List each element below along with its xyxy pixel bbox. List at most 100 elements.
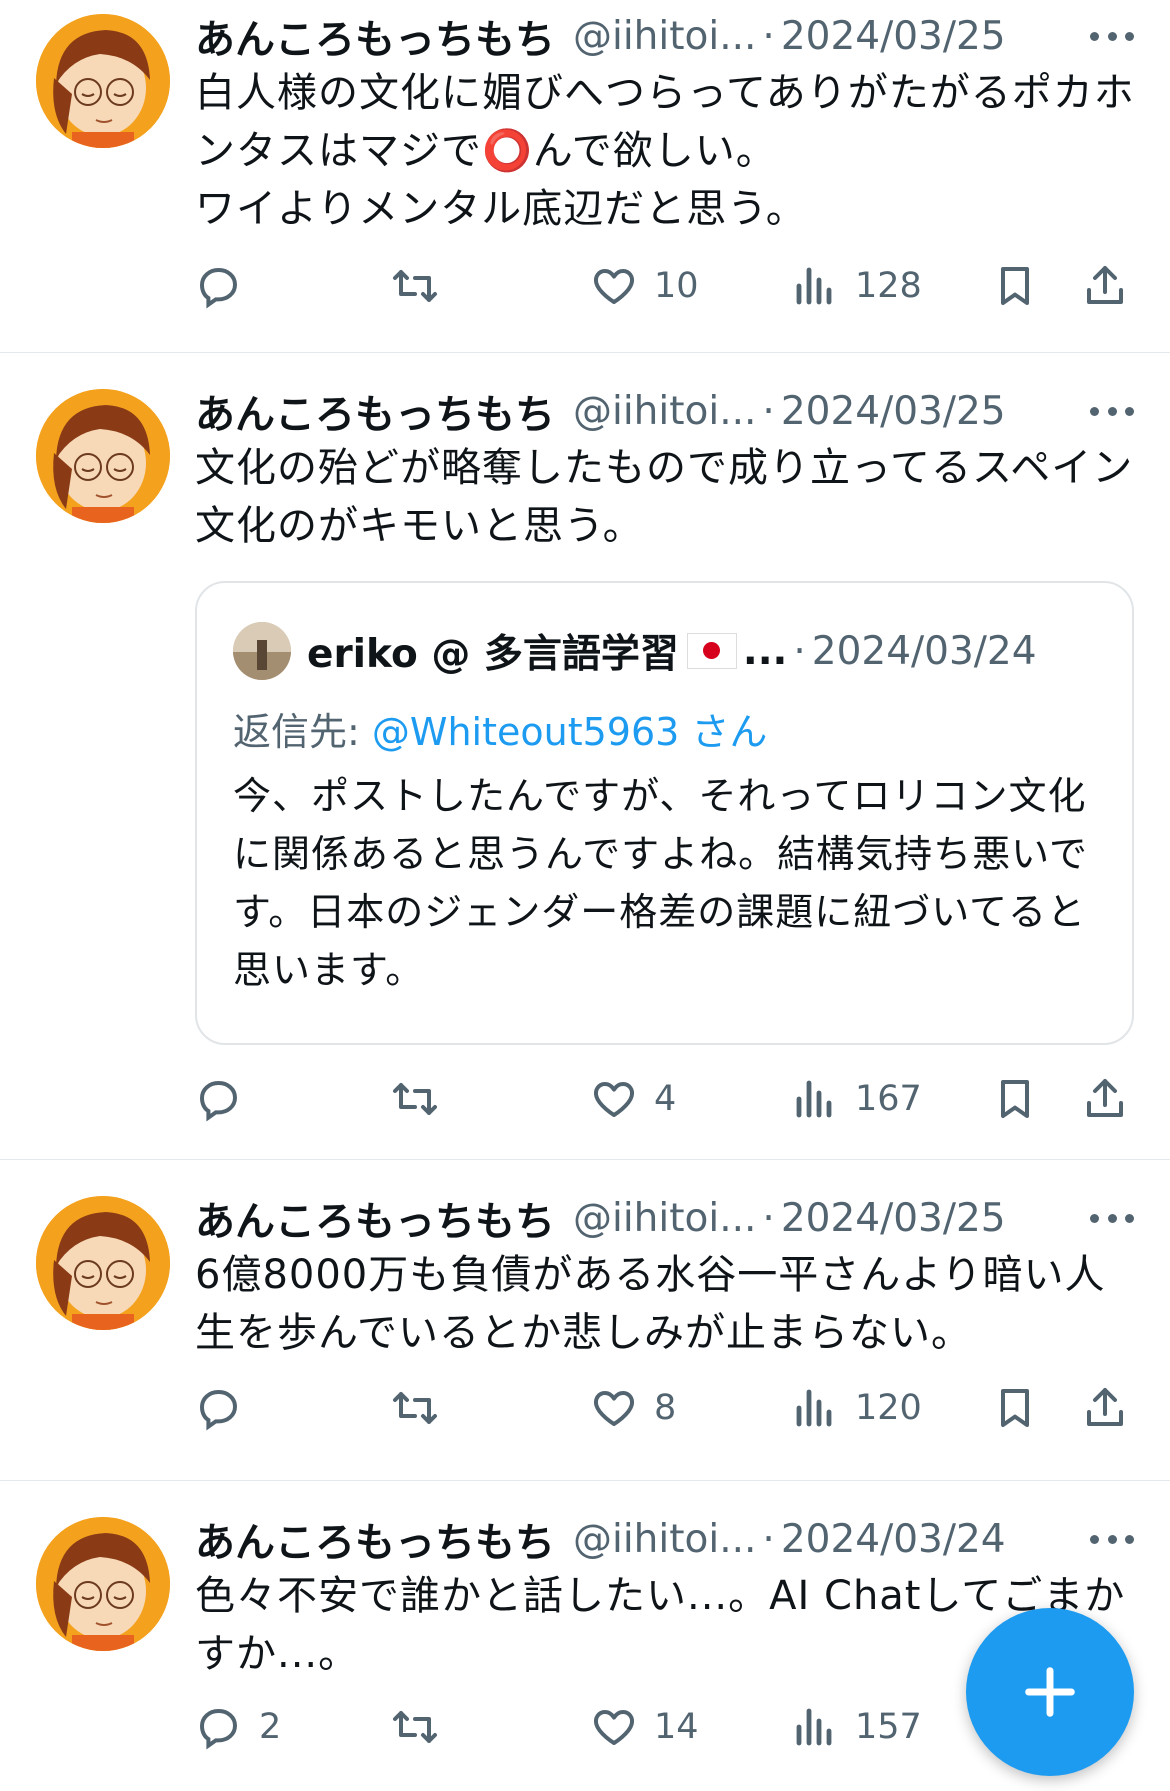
separator-dot: ·	[793, 628, 806, 674]
retweet-button[interactable]	[391, 256, 455, 316]
compose-button[interactable]	[966, 1608, 1134, 1776]
bookmark-icon	[1001, 267, 1029, 305]
display-name[interactable]: あんころもっちもち	[195, 1189, 555, 1247]
reply-button[interactable]	[195, 256, 259, 316]
more-icon[interactable]	[1090, 16, 1134, 56]
user-handle[interactable]: @iihitoi...	[573, 1196, 756, 1241]
tweet-text: 6億8000万も負債がある水谷一平さんより暗い人生を歩んでいるとか悲しみが止まら…	[195, 1252, 1106, 1356]
replying-prefix: 返信先:	[233, 710, 372, 754]
retweet-button[interactable]	[391, 1378, 455, 1438]
reply-icon	[199, 1080, 238, 1122]
avatar[interactable]	[36, 1196, 170, 1330]
tweet[interactable]: あんころもっちもち @iihitoi... · 2024/03/25 6億800…	[0, 1160, 1170, 1481]
replying-to-handle[interactable]: @Whiteout5963	[372, 710, 679, 754]
reply-icon	[199, 267, 238, 309]
like-count: 4	[654, 1079, 677, 1119]
action-bar: 4 167	[195, 1069, 1158, 1129]
name-ellipsis: ...	[742, 628, 788, 674]
tweet[interactable]: あんころもっちもち @iihitoi... · 2024/03/25 白人様の文…	[0, 0, 1170, 353]
like-button[interactable]: 14	[590, 1697, 699, 1757]
more-icon[interactable]	[1090, 1198, 1134, 1238]
compose-icon	[1025, 1667, 1075, 1717]
views-icon	[796, 267, 832, 305]
views-button[interactable]: 167	[791, 1069, 922, 1129]
tweet-text: 白人様の文化に媚びへつらってありがたがるポカホンタスはマジで⭕️んで欲しい。 ワ…	[195, 70, 1135, 232]
japan-flag-icon	[686, 633, 737, 669]
replying-to: 返信先: @Whiteout5963 さん	[233, 701, 767, 756]
like-button[interactable]: 10	[590, 256, 699, 316]
avatar[interactable]	[36, 1517, 170, 1651]
bookmark-icon	[1001, 1389, 1029, 1427]
like-count: 8	[654, 1388, 677, 1428]
share-icon	[1087, 266, 1123, 304]
bookmark-button[interactable]	[991, 1378, 1039, 1438]
quoted-tweet[interactable]: eriko @ 多言語学習 ... · 2024/03/24 返信先: @Whi…	[195, 581, 1134, 1045]
quoted-date: 2024/03/24	[811, 628, 1037, 674]
action-bar: 8 120	[195, 1378, 1158, 1438]
user-handle[interactable]: @iihitoi...	[573, 1517, 756, 1562]
share-button[interactable]	[1081, 1069, 1129, 1129]
like-count: 14	[654, 1707, 699, 1747]
retweet-icon	[393, 1711, 437, 1743]
views-icon	[796, 1080, 832, 1118]
share-icon	[1087, 1388, 1123, 1426]
share-button[interactable]	[1081, 1378, 1129, 1438]
separator-dot: ·	[762, 388, 775, 434]
reply-button[interactable]	[195, 1069, 259, 1129]
bookmark-button[interactable]	[991, 256, 1039, 316]
tweet-date[interactable]: 2024/03/24	[781, 1517, 1006, 1562]
like-icon	[594, 1710, 634, 1745]
reply-icon	[199, 1389, 238, 1431]
like-icon	[594, 269, 634, 304]
display-name[interactable]: あんころもっちもち	[195, 7, 555, 65]
like-button[interactable]: 8	[590, 1378, 676, 1438]
bookmark-button[interactable]	[991, 1069, 1039, 1129]
like-count: 10	[654, 266, 699, 306]
share-button[interactable]	[1081, 256, 1129, 316]
separator-dot: ·	[762, 1516, 775, 1562]
replying-suffix: さん	[679, 710, 768, 754]
bookmark-icon	[1001, 1080, 1029, 1118]
avatar[interactable]	[36, 389, 170, 523]
views-count: 120	[855, 1388, 922, 1428]
tweet-date[interactable]: 2024/03/25	[781, 1196, 1006, 1241]
retweet-button[interactable]	[391, 1069, 455, 1129]
views-count: 167	[855, 1079, 922, 1119]
tweet-date[interactable]: 2024/03/25	[781, 389, 1006, 434]
views-button[interactable]: 128	[791, 256, 922, 316]
retweet-icon	[393, 270, 437, 302]
views-count: 128	[855, 266, 922, 306]
reply-button[interactable]: 2	[195, 1697, 281, 1757]
quoted-avatar	[233, 622, 291, 680]
action-bar: 10 128	[195, 256, 1158, 316]
separator-dot: ·	[762, 13, 775, 59]
like-icon	[594, 1082, 634, 1117]
views-count: 157	[855, 1707, 922, 1747]
user-handle[interactable]: @iihitoi...	[573, 14, 756, 59]
like-button[interactable]: 4	[590, 1069, 676, 1129]
more-icon[interactable]	[1090, 1519, 1134, 1559]
reply-icon	[199, 1708, 238, 1750]
reply-button[interactable]	[195, 1378, 259, 1438]
quoted-display-name: eriko @ 多言語学習	[307, 632, 679, 677]
reply-count: 2	[259, 1707, 282, 1747]
tweet-date[interactable]: 2024/03/25	[781, 14, 1006, 59]
more-icon[interactable]	[1090, 391, 1134, 431]
avatar[interactable]	[36, 14, 170, 148]
share-icon	[1087, 1079, 1123, 1117]
views-button[interactable]: 157	[791, 1697, 922, 1757]
retweet-icon	[393, 1392, 437, 1424]
views-button[interactable]: 120	[791, 1378, 922, 1438]
quoted-text: 今、ポストしたんですが、それってロリコン文化に関係あると思うんですよね。結構気持…	[233, 774, 1088, 992]
retweet-button[interactable]	[391, 1697, 455, 1757]
views-icon	[796, 1389, 832, 1427]
tweet-text: 文化の殆どが略奪したもので成り立ってるスペイン文化のがキモいと思う。	[195, 445, 1134, 549]
user-handle[interactable]: @iihitoi...	[573, 389, 756, 434]
views-icon	[796, 1708, 832, 1746]
like-icon	[594, 1391, 634, 1426]
display-name[interactable]: あんころもっちもち	[195, 1510, 555, 1568]
separator-dot: ·	[762, 1195, 775, 1241]
tweet[interactable]: あんころもっちもち @iihitoi... · 2024/03/25 文化の殆ど…	[0, 353, 1170, 1160]
display-name[interactable]: あんころもっちもち	[195, 382, 555, 440]
retweet-icon	[393, 1083, 437, 1115]
